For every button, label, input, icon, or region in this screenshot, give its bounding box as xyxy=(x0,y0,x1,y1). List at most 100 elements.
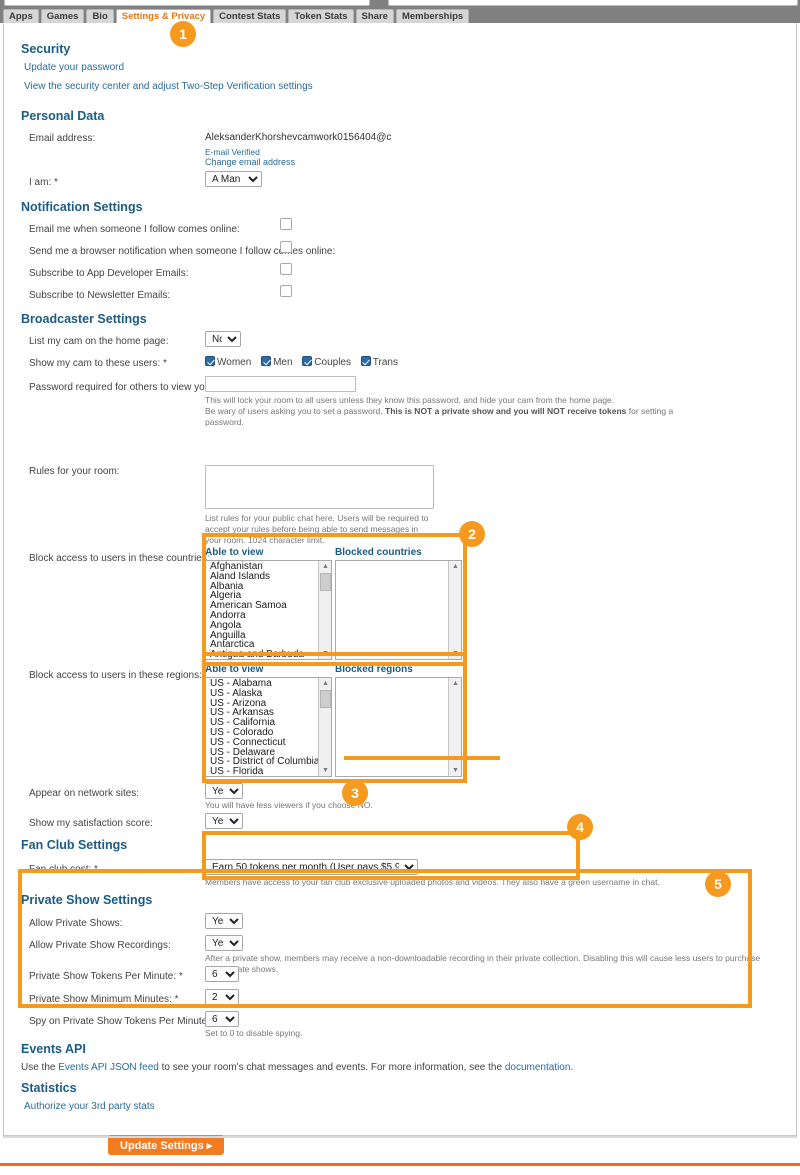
password-hint-emphasis: This is NOT a private show and you will … xyxy=(385,406,627,416)
fan-club-cost-label: Fan club cost: * xyxy=(29,864,98,875)
notify-email-follow-checkbox[interactable] xyxy=(280,218,292,230)
countries-able-scrollbar[interactable]: ▲ ▼ xyxy=(318,561,331,659)
couples-label: Couples xyxy=(314,357,351,368)
show-cam-option-trans[interactable]: Trans xyxy=(360,356,398,368)
tab-share[interactable]: Share xyxy=(355,9,394,23)
top-partial-field-right[interactable] xyxy=(388,0,798,6)
trans-checkbox[interactable] xyxy=(360,356,371,366)
tab-settings-privacy[interactable]: Settings & Privacy xyxy=(115,9,212,23)
show-cam-option-men[interactable]: Men xyxy=(261,356,293,368)
i-am-select[interactable]: A ManA WomanA CoupleTrans xyxy=(205,171,262,187)
tab-strip: Apps Games Bio Settings & Privacy Contes… xyxy=(3,9,470,23)
women-checkbox[interactable] xyxy=(205,356,215,366)
security-center-link[interactable]: View the security center and adjust Two-… xyxy=(24,81,313,92)
top-partial-field-left[interactable] xyxy=(4,0,370,6)
regions-able-scrollbar[interactable]: ▲ ▼ xyxy=(318,678,331,776)
update-password-link[interactable]: Update your password xyxy=(24,62,124,73)
page-bottom-rule xyxy=(0,1163,800,1166)
satisfaction-score-select[interactable]: YesNo xyxy=(205,813,243,829)
password-hint-a: Be wary of users asking you to set a pas… xyxy=(205,406,386,416)
spy-tokens-select[interactable]: 06121830 xyxy=(205,1011,239,1027)
section-heading-notification-settings: Notification Settings xyxy=(21,200,143,214)
room-rules-hint: List rules for your public chat here. Us… xyxy=(205,513,429,545)
events-api-text-b: to see your room's chat messages and eve… xyxy=(158,1062,505,1073)
allow-recordings-select[interactable]: YesNo xyxy=(205,935,243,951)
tab-games[interactable]: Games xyxy=(40,9,85,23)
countries-blocked-items[interactable] xyxy=(336,562,447,659)
regions-blocked-listbox[interactable]: ▲ ▼ xyxy=(335,677,462,777)
section-heading-security: Security xyxy=(21,42,71,56)
tab-token-stats[interactable]: Token Stats xyxy=(288,9,354,23)
settings-panel: Security Update your password View the s… xyxy=(3,23,797,1155)
section-heading-fan-club-settings: Fan Club Settings xyxy=(21,838,128,852)
countries-able-header: Able to view xyxy=(205,547,264,558)
tab-contest-stats[interactable]: Contest Stats xyxy=(213,9,287,23)
countries-blocked-scrollbar[interactable]: ▲ ▼ xyxy=(448,561,461,659)
section-heading-events-api: Events API xyxy=(21,1042,86,1056)
regions-able-listbox[interactable]: US - Alabama US - Alaska US - Arizona US - … xyxy=(205,677,332,777)
scroll-up-icon[interactable]: ▲ xyxy=(319,678,331,689)
countries-blocked-listbox[interactable]: ▲ ▼ xyxy=(335,560,462,660)
list-cam-label: List my cam on the home page: xyxy=(29,336,169,347)
authorize-third-party-stats-link[interactable]: Authorize your 3rd party stats xyxy=(24,1101,155,1112)
fan-club-cost-select[interactable]: Earn 50 tokens per month (User pays $5.9… xyxy=(205,859,418,875)
network-sites-select[interactable]: YesNo xyxy=(205,783,243,799)
email-address-value: AleksanderKhorshevcamwork0156404@c xyxy=(205,132,392,143)
satisfaction-score-label: Show my satisfaction score: xyxy=(29,818,153,829)
regions-able-header: Able to view xyxy=(205,664,264,675)
list-item[interactable]: US - Florida xyxy=(210,767,317,776)
i-am-label: I am: * xyxy=(29,177,58,188)
section-heading-personal-data: Personal Data xyxy=(21,109,105,123)
update-settings-button[interactable]: Update Settings ▸ xyxy=(108,1135,225,1155)
annotation-badge-2: 2 xyxy=(459,521,485,547)
allow-private-shows-select[interactable]: YesNo xyxy=(205,913,243,929)
cam-password-input[interactable] xyxy=(205,376,356,392)
subscribe-newsletter-checkbox[interactable] xyxy=(280,285,292,297)
scroll-down-icon[interactable]: ▼ xyxy=(319,765,331,776)
scroll-down-icon[interactable]: ▼ xyxy=(319,648,331,659)
regions-able-items[interactable]: US - Alabama US - Alaska US - Arizona US - … xyxy=(206,679,319,776)
list-item[interactable]: Antigua and Barbuda xyxy=(210,650,317,659)
events-api-description: Use the Events API JSON feed to see your… xyxy=(21,1062,771,1073)
tab-apps[interactable]: Apps xyxy=(3,9,39,23)
browser-chrome-strip xyxy=(0,0,800,9)
room-rules-textarea[interactable] xyxy=(205,465,434,509)
scrollbar-thumb[interactable] xyxy=(320,573,331,591)
scroll-up-icon[interactable]: ▲ xyxy=(449,678,461,689)
allow-recordings-hint: After a private show, members may receiv… xyxy=(205,953,761,974)
subscribe-app-dev-label: Subscribe to App Developer Emails: xyxy=(29,268,189,279)
minimum-minutes-select[interactable]: 251015 xyxy=(205,989,239,1005)
scroll-down-icon[interactable]: ▼ xyxy=(449,648,461,659)
events-api-text-a: Use the xyxy=(21,1062,59,1073)
trans-label: Trans xyxy=(372,357,398,368)
tokens-per-minute-select[interactable]: 61218306090 xyxy=(205,966,239,982)
countries-able-listbox[interactable]: Afghanistan Aland Islands Albania Algeria Am… xyxy=(205,560,332,660)
show-cam-option-couples[interactable]: Couples xyxy=(302,356,351,368)
notify-browser-follow-checkbox[interactable] xyxy=(280,241,292,253)
regions-blocked-scrollbar[interactable]: ▲ ▼ xyxy=(448,678,461,776)
show-cam-option-women[interactable]: Women xyxy=(205,356,251,368)
tab-bio[interactable]: Bio xyxy=(86,9,114,23)
countries-able-items[interactable]: Afghanistan Aland Islands Albania Algeria Am… xyxy=(206,562,317,659)
events-api-feed-link[interactable]: Events API JSON feed xyxy=(58,1062,159,1073)
couples-checkbox[interactable] xyxy=(302,356,313,366)
change-email-link[interactable]: Change email address xyxy=(205,157,295,167)
scrollbar-thumb[interactable] xyxy=(320,690,331,708)
tab-memberships[interactable]: Memberships xyxy=(395,9,470,23)
subscribe-app-dev-checkbox[interactable] xyxy=(280,263,292,275)
scroll-up-icon[interactable]: ▲ xyxy=(319,561,331,572)
show-cam-users-checkbox-group: Women Men Couples Trans xyxy=(205,356,405,368)
allow-recordings-label: Allow Private Show Recordings: xyxy=(29,940,171,951)
panel-shadow xyxy=(3,1136,797,1138)
fan-club-cost-hint: Members have access to your fan club exc… xyxy=(205,877,660,887)
scroll-up-icon[interactable]: ▲ xyxy=(449,561,461,572)
men-checkbox[interactable] xyxy=(261,356,272,366)
regions-blocked-items[interactable] xyxy=(336,679,447,776)
scroll-down-icon[interactable]: ▼ xyxy=(449,765,461,776)
cam-password-hint-line1: This will lock your room to all users un… xyxy=(205,395,615,405)
countries-blocked-header: Blocked countries xyxy=(335,547,422,558)
spy-tokens-hint: Set to 0 to disable spying. xyxy=(205,1028,303,1038)
network-sites-label: Appear on network sites: xyxy=(29,788,140,799)
list-cam-select[interactable]: NoYes xyxy=(205,331,241,347)
documentation-link[interactable]: documentation xyxy=(505,1062,571,1073)
